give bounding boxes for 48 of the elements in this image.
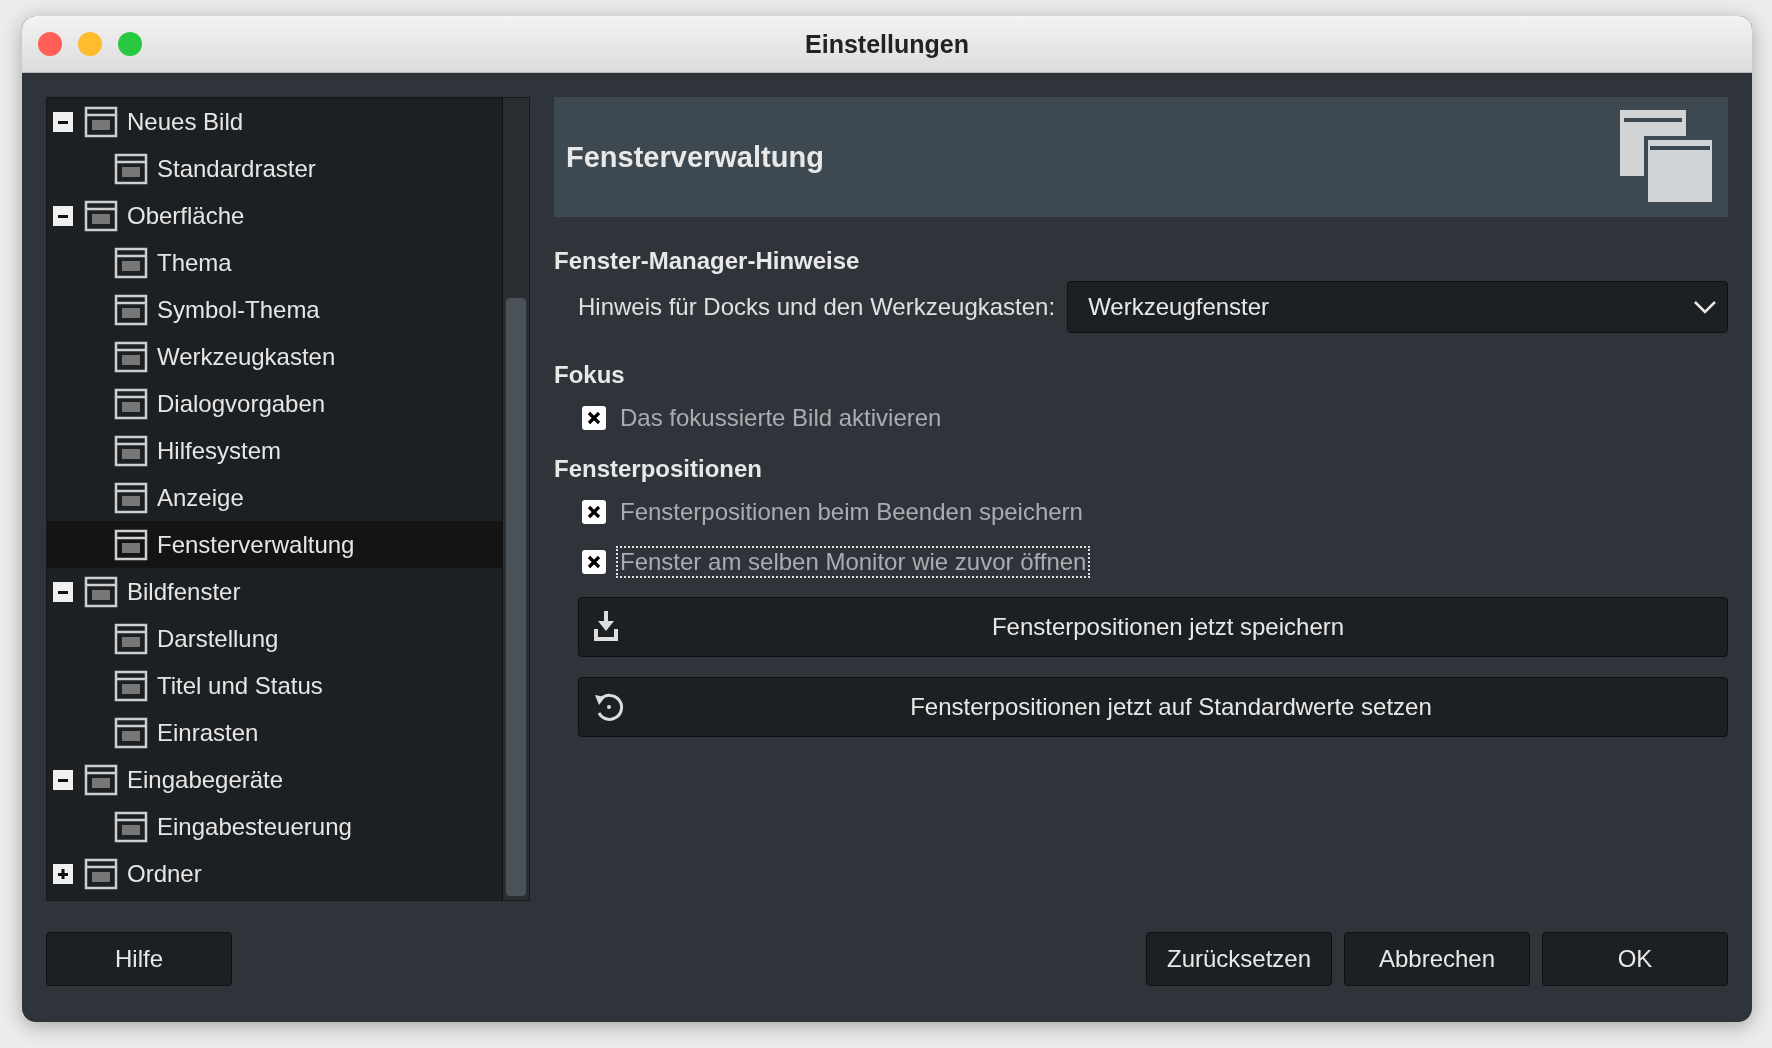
tree-item[interactable]: Standardraster	[47, 145, 502, 192]
tree-item[interactable]: Dialogvorgaben	[47, 380, 502, 427]
scrollbar[interactable]	[502, 98, 529, 900]
action-button[interactable]: Fensterpositionen jetzt auf Standardwerte setzen	[578, 677, 1728, 737]
collapse-toggle[interactable]	[53, 769, 73, 790]
cross-icon	[587, 411, 601, 425]
tree-item[interactable]: Thema	[47, 239, 502, 286]
collapse-toggle[interactable]	[53, 205, 73, 226]
section-heading: Fenster-Manager-Hinweise	[554, 247, 861, 275]
section-heading: Fokus	[554, 361, 626, 389]
dropdown[interactable]: Werkzeugfenster	[1067, 281, 1728, 333]
checkbox[interactable]	[582, 500, 606, 524]
collapse-toggle[interactable]	[53, 581, 73, 602]
tree-item[interactable]: Darstellung	[47, 615, 502, 662]
tree-item[interactable]: Einrasten	[47, 709, 502, 756]
dialog-button[interactable]: OK	[1542, 932, 1728, 986]
expand-toggle[interactable]	[53, 863, 73, 884]
tree-item[interactable]: Fensterverwaltung	[47, 521, 502, 568]
tree-item[interactable]: Symbol-Thema	[47, 286, 502, 333]
checkbox[interactable]	[582, 406, 606, 430]
dialog-button[interactable]: Hilfe	[46, 932, 232, 986]
dialog-button[interactable]: Zurücksetzen	[1146, 932, 1332, 986]
dialog-button[interactable]: Abbrechen	[1344, 932, 1530, 986]
cross-icon	[587, 505, 601, 519]
chevron-down-icon	[1693, 300, 1717, 314]
tree-item[interactable]: Hilfesystem	[47, 427, 502, 474]
close-button[interactable]	[38, 32, 62, 56]
page-title: Fensterverwaltung	[566, 140, 824, 174]
plus-icon	[57, 867, 69, 880]
window-title: Einstellungen	[805, 29, 969, 58]
checkbox-label[interactable]: Fenster am selben Monitor wie zuvor öffnen	[616, 546, 1091, 578]
action-button[interactable]: Fensterpositionen jetzt speichern	[578, 597, 1728, 657]
tree-item[interactable]: Titel und Status	[47, 662, 502, 709]
collapse-toggle[interactable]	[53, 111, 73, 132]
tree-item[interactable]: Ordner	[47, 850, 502, 897]
cross-icon	[587, 555, 601, 569]
tree-item[interactable]: Oberfläche	[47, 192, 502, 239]
checkbox-label[interactable]: Das fokussierte Bild aktivieren	[616, 402, 946, 434]
tree-item[interactable]: Eingabesteuerung	[47, 803, 502, 850]
checkbox[interactable]	[582, 550, 606, 574]
tree-item[interactable]: Anzeige	[47, 474, 502, 521]
tree-item[interactable]: Neues Bild	[47, 98, 502, 145]
tree-item[interactable]: Bildfenster	[47, 568, 502, 615]
tree-item[interactable]: Werkzeugkasten	[47, 333, 502, 380]
tree-item[interactable]: Eingabegeräte	[47, 756, 502, 803]
checkbox-label[interactable]: Fensterpositionen beim Beenden speichern	[616, 496, 1087, 528]
section-heading: Fensterpositionen	[554, 455, 764, 483]
field-label: Hinweis für Docks und den Werkzeugkasten:	[578, 293, 1056, 321]
